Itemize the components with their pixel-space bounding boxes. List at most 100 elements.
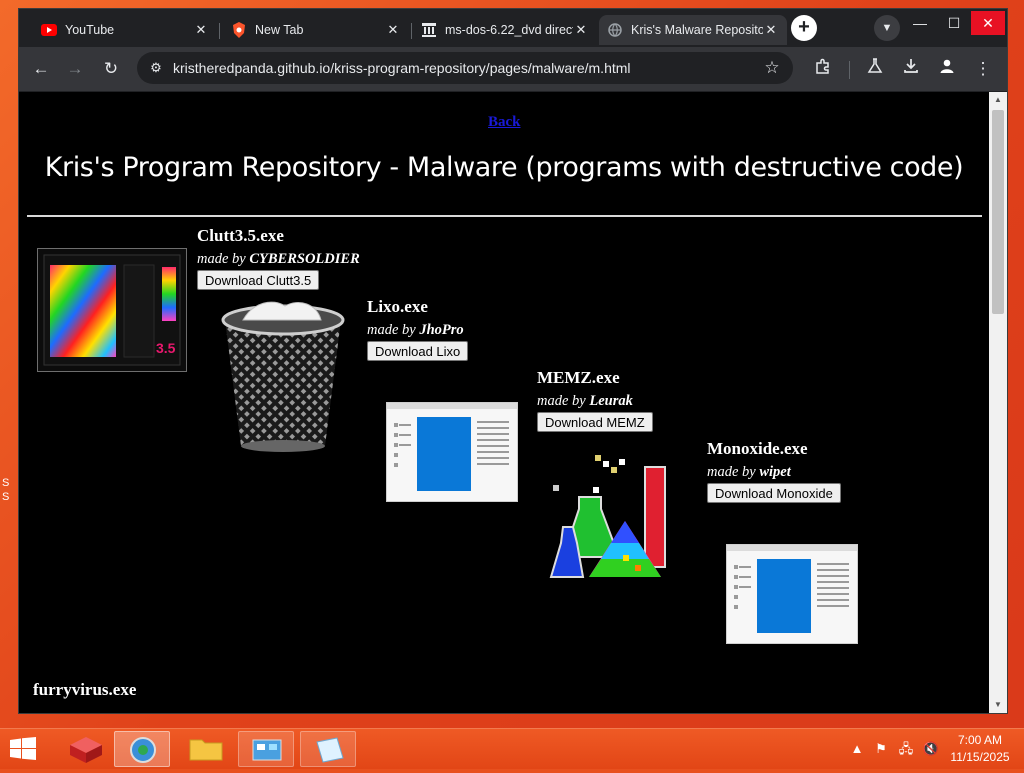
clutt-image: 3.5 [37,248,187,372]
maximize-icon: ☐ [947,15,961,31]
reload-button[interactable]: ↻ [97,55,125,83]
clock-time[interactable]: 7:00 AM [950,733,1010,747]
download-lixo-button[interactable]: Download Lixo [367,341,469,361]
download-monoxide-button[interactable]: Download Monoxide [707,483,841,503]
entry-title-monoxide: Monoxide.exe [707,439,808,458]
author-name: Leurak [589,393,633,409]
svg-text:3.5: 3.5 [156,340,176,356]
control-panel-icon [252,739,282,761]
volume-muted-icon[interactable]: 🔇 [922,739,940,759]
brave-icon [231,22,247,38]
bookmark-star-icon[interactable]: ☆ [761,57,783,79]
arrow-left-icon: ← [32,59,50,78]
globe-icon [607,22,623,38]
show-hidden-icons-icon[interactable]: ▲ [848,739,866,759]
start-button[interactable] [10,737,36,761]
extensions-button[interactable] [809,55,837,83]
taskbar-app-file-explorer[interactable] [178,731,234,767]
action-center-flag-icon[interactable]: ⚑ [872,739,890,759]
minimize-icon: — [913,15,927,31]
credit-prefix: made by [537,393,590,409]
flask-image [549,447,685,592]
entry-credit-clutt: made by CYBERSOLDIER [197,251,360,268]
puzzle-icon [815,58,831,78]
taskbar-app-toolbox[interactable] [58,731,114,767]
scroll-thumb[interactable] [992,110,1004,314]
entry-title-furryvirus: furryvirus.exe [33,680,137,699]
new-tab-button[interactable]: + [791,15,817,41]
horizontal-rule [27,215,982,217]
chevron-down-icon: ▼ [881,22,893,34]
flask-icon [867,58,883,78]
page-scrollbar[interactable]: ▲ ▼ [989,92,1007,713]
desktop-edge-text: SS [2,477,10,503]
tab-label: ms-dos-6.22_dvd directory lis [445,23,573,37]
credit-prefix: made by [367,322,420,338]
browser-globe-icon [130,737,156,763]
url-text[interactable]: kristheredpanda.github.io/kriss-program-… [173,52,631,84]
taskbar-app-control-panel[interactable] [238,731,294,767]
toolbox-icon [70,737,102,763]
credit-prefix: made by [707,464,760,480]
maximize-button[interactable]: ☐ [937,11,971,35]
close-icon: ✕ [982,15,994,31]
profile-icon [939,59,955,78]
tab-new-tab[interactable]: New Tab ✕ [223,15,409,45]
tab-archive[interactable]: ms-dos-6.22_dvd directory lis ✕ [413,15,597,45]
reload-icon: ↻ [103,59,119,78]
browser-toolbar: ← → ↻ ⚙ kristheredpanda.github.io/kriss-… [19,47,1007,91]
archive-icon [421,22,437,38]
download-memz-button[interactable]: Download MEMZ [537,412,653,432]
tab-separator [411,23,412,39]
page-viewport: Back Kris's Program Repository - Malware… [19,92,989,713]
downloads-button[interactable] [897,55,925,83]
tab-youtube[interactable]: YouTube ✕ [33,15,217,45]
labs-button[interactable] [861,55,889,83]
tab-label: New Tab [255,23,304,37]
author-name: CYBERSOLDIER [249,251,360,267]
entry-credit-monoxide: made by wipet [707,464,791,481]
youtube-icon [41,22,57,38]
close-icon[interactable]: ✕ [763,22,779,38]
toolbar-separator [849,61,850,79]
clock-date[interactable]: 11/15/2025 [944,750,1016,764]
author-name: JhoPro [419,322,464,338]
notepad-icon [316,737,344,763]
author-name: wipet [759,464,791,480]
close-icon[interactable]: ✕ [193,22,209,38]
site-info-icon[interactable]: ⚙ [147,59,165,77]
taskbar-app-notepad[interactable] [300,731,356,767]
program-window-image [726,544,858,644]
download-icon [903,59,919,78]
address-bar[interactable]: ⚙ kristheredpanda.github.io/kriss-progra… [137,52,793,84]
entry-title-clutt: Clutt3.5.exe [197,226,284,245]
credit-prefix: made by [197,251,250,267]
window-close-button[interactable]: ✕ [971,11,1005,35]
download-clutt-button[interactable]: Download Clutt3.5 [197,270,320,290]
scroll-down-icon[interactable]: ▼ [989,697,1007,713]
tab-separator [219,23,220,39]
menu-button[interactable]: ⋮ [969,55,997,83]
back-link[interactable]: Back [488,114,521,131]
entry-title-memz: MEMZ.exe [537,368,620,387]
close-icon[interactable]: ✕ [385,22,401,38]
taskbar-app-browser[interactable] [114,731,170,767]
page-heading: Kris's Program Repository - Malware (pro… [44,152,964,183]
close-icon[interactable]: ✕ [573,22,589,38]
back-button[interactable]: ← [27,55,55,83]
scroll-up-icon[interactable]: ▲ [989,92,1007,108]
entry-title-lixo: Lixo.exe [367,297,428,316]
trash-bin-image [213,298,353,458]
forward-button[interactable]: → [61,55,89,83]
profile-button[interactable] [933,55,961,83]
network-icon[interactable]: 🖧 [897,739,915,759]
browser-window: YouTube ✕ New Tab ✕ ms-dos-6.22_dvd dire… [18,8,1008,714]
more-vert-icon: ⋮ [974,59,992,78]
tab-label: YouTube [65,23,115,37]
tab-malware-repository[interactable]: Kris's Malware Repository ✕ [599,15,787,45]
tab-search-button[interactable]: ▼ [874,15,900,41]
folder-icon [189,739,223,761]
minimize-button[interactable]: — [903,11,937,35]
tab-strip: YouTube ✕ New Tab ✕ ms-dos-6.22_dvd dire… [19,9,1007,47]
arrow-right-icon: → [66,59,84,78]
